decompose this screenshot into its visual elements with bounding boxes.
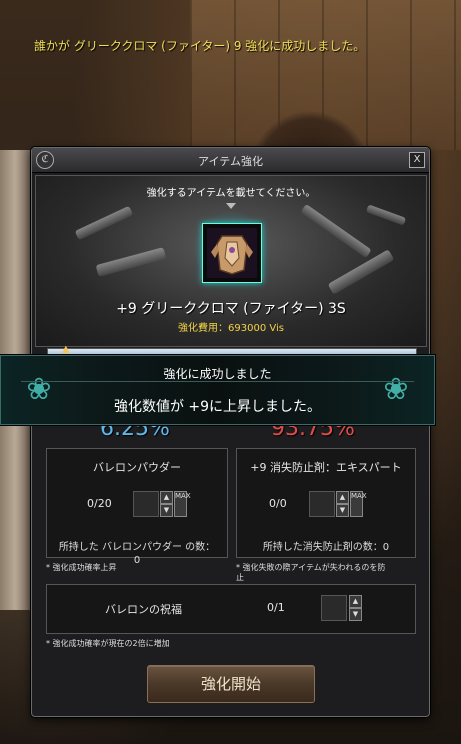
blessing-title: バレロンの祝福 [105, 603, 182, 616]
blessing-count: 0/1 [267, 601, 285, 614]
protect-decrease-button[interactable]: ▼ [336, 504, 349, 517]
protect-owned: 所持した消失防止剤の数：0 [262, 542, 390, 553]
chisel-icon [365, 204, 407, 226]
item-slot-area: 強化するアイテムを載せてください。 +9 グリーククロマ (ファイター) 3S … [35, 175, 427, 347]
blessing-icon [321, 595, 347, 621]
item-enhance-window: ℭ アイテム強化 X 強化するアイテムを載せてください。 +9 グリーククロマ … [31, 147, 430, 717]
slot-arrow-icon [226, 203, 236, 209]
window-titlebar[interactable]: ℭ アイテム強化 X [32, 148, 429, 173]
pliers-icon [300, 203, 372, 259]
blessing-panel: バレロンの祝福 0/1 ▲ ▼ [46, 584, 416, 634]
popup-message: 強化数値が +9に上昇しました。 [113, 399, 322, 415]
enhance-cost: 強化費用：693000 Vis [36, 319, 426, 334]
instruction-text: 強化するアイテムを載せてください。 [146, 188, 316, 199]
close-button[interactable]: X [409, 152, 425, 168]
cost-label: 強化費用： [178, 323, 229, 334]
armor-icon [207, 228, 257, 278]
item-slot[interactable] [202, 223, 262, 283]
powder-increase-button[interactable]: ▲ [160, 491, 173, 504]
window-title: アイテム強化 [198, 155, 263, 168]
hammer-icon [95, 247, 167, 277]
item-name: +9 グリーククロマ (ファイター) 3S [116, 301, 346, 317]
blessing-decrease-button[interactable]: ▼ [349, 608, 362, 621]
tongs-icon [327, 249, 395, 295]
blessing-note: * 強化成功確率が現在の2倍に増加 [46, 639, 170, 648]
wrench-icon [74, 205, 134, 241]
powder-owned-label: 所持した バレロンパウダー の数： [58, 542, 216, 553]
protect-note-line2: 止 [236, 573, 244, 582]
protect-panel: +9 消失防止剤：エキスパート 0/0 ▲ ▼ MAX 所持した消失防止剤の数：… [236, 448, 416, 558]
cost-value: 693000 Vis [228, 323, 284, 334]
powder-title: バレロンパウダー [93, 461, 181, 474]
powder-note: * 強化成功確率上昇 [46, 563, 117, 572]
powder-icon [133, 491, 159, 517]
blessing-increase-button[interactable]: ▲ [349, 595, 362, 608]
protect-title: +9 消失防止剤：エキスパート [250, 461, 402, 474]
powder-decrease-button[interactable]: ▼ [160, 504, 173, 517]
system-message: 誰かが グリーククロマ (ファイター) 9 強化に成功しました。 [34, 39, 366, 53]
powder-count: 0/20 [87, 497, 112, 510]
popup-title: 強化に成功しました [163, 367, 272, 381]
powder-max-button[interactable]: MAX [174, 491, 191, 517]
success-popup: ❀ ❀ 強化に成功しました 強化数値が +9に上昇しました。 [0, 355, 435, 425]
start-enhance-button[interactable]: 強化開始 [147, 665, 315, 703]
rate-marker-icon: ▲ [62, 344, 70, 355]
protect-count: 0/0 [269, 497, 287, 510]
protect-max-button[interactable]: MAX [350, 491, 367, 517]
protect-increase-button[interactable]: ▲ [336, 491, 349, 504]
powder-panel: バレロンパウダー 0/20 ▲ ▼ MAX 所持した バレロンパウダー の数： … [46, 448, 228, 566]
protect-icon [309, 491, 335, 517]
protect-note-line1: * 強化失敗の際アイテムが失われるのを防 [236, 563, 386, 572]
